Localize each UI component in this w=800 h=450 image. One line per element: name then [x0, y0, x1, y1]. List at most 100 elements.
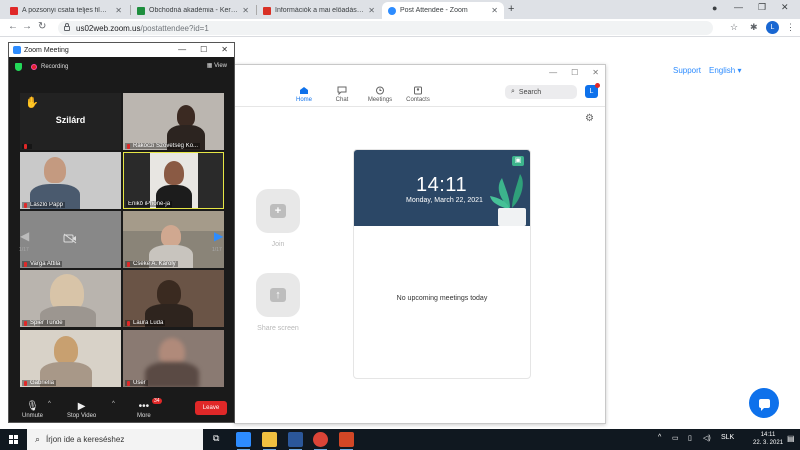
tab-meetings[interactable]: Meetings	[361, 86, 399, 106]
participant-tile[interactable]: User	[123, 330, 224, 387]
chat-support-button[interactable]	[749, 388, 779, 418]
taskbar-search-input[interactable]: ⌕ Írjon ide a kereséshez	[27, 429, 203, 450]
participant-tile[interactable]: Laura Luda	[123, 270, 224, 327]
muted-mic-icon	[127, 380, 130, 386]
next-page-arrow[interactable]: ▶	[214, 229, 223, 243]
join-button[interactable]: +	[256, 189, 300, 233]
person-head	[161, 225, 181, 247]
file-explorer-icon[interactable]	[262, 432, 277, 450]
windows-start-icon[interactable]	[9, 435, 18, 444]
close-icon[interactable]: ✕	[115, 6, 122, 15]
zoom-logo-icon	[13, 46, 21, 54]
zoom-client-nav: Home Chat Meetings Contacts ⌕ Search L	[235, 79, 605, 107]
profile-avatar[interactable]: L	[766, 21, 779, 34]
menu-icon[interactable]: ⋮	[786, 22, 795, 33]
stop-video-button[interactable]: ▶ Stop Video	[67, 401, 96, 419]
maximize-button[interactable]: ☐	[571, 68, 578, 77]
more-button[interactable]: ••• More	[137, 401, 151, 419]
chevron-up-icon[interactable]: ^	[112, 401, 115, 407]
person-body	[145, 362, 199, 387]
tab-chat[interactable]: Chat	[323, 86, 361, 106]
video-camera-icon: ▶	[77, 401, 86, 412]
close-icon[interactable]: ✕	[368, 6, 375, 15]
browser-tab-active[interactable]: Post Attendee - Zoom ✕	[382, 2, 504, 19]
chevron-up-icon[interactable]: ^	[48, 401, 51, 407]
system-clock[interactable]: 14:11 22. 3. 2021	[753, 431, 783, 447]
chrome-app-icon[interactable]	[313, 432, 328, 450]
minimize-button[interactable]: —	[734, 2, 743, 12]
view-button[interactable]: ▦ View	[207, 62, 227, 69]
no-meetings-text: No upcoming meetings today	[396, 295, 488, 302]
network-icon[interactable]: ▭	[672, 434, 679, 442]
maximize-button[interactable]: ☐	[200, 45, 207, 54]
new-tab-button[interactable]: +	[508, 3, 514, 15]
person-head	[44, 157, 66, 183]
previous-page-arrow[interactable]: ◀	[20, 229, 29, 243]
clock-date: Monday, March 22, 2021	[406, 197, 483, 204]
participant-tile[interactable]: Rákóczi Szövetség Ko...	[123, 93, 224, 150]
star-icon[interactable]: ☆	[730, 22, 738, 33]
muted-mic-icon	[24, 320, 27, 326]
browser-tab[interactable]: Obchodná akadémia - Keresked ✕	[131, 2, 255, 19]
clock-icon	[376, 86, 384, 95]
avatar[interactable]: L	[585, 83, 600, 98]
task-view-icon[interactable]: ⧉	[213, 433, 219, 444]
windows-taskbar: ⌕ Írjon ide a kereséshez ⧉ ^ ▭ ▯ ◁) SLK …	[0, 429, 800, 450]
zoom-app-icon[interactable]	[236, 432, 251, 450]
muted-mic-icon	[127, 143, 130, 149]
support-link[interactable]: Support	[673, 66, 701, 75]
close-icon[interactable]: ✕	[242, 6, 249, 15]
word-app-icon[interactable]	[288, 432, 303, 450]
browser-tab[interactable]: A pozsonyi csata teljes film - You ✕	[4, 2, 128, 19]
forward-button[interactable]: →	[22, 21, 32, 32]
participant-tile[interactable]: Varga Attila	[20, 211, 121, 268]
battery-icon[interactable]: ▯	[688, 434, 692, 442]
gear-icon[interactable]: ⚙	[585, 113, 594, 124]
leave-button[interactable]: Leave	[195, 401, 227, 415]
search-icon: ⌕	[35, 434, 41, 444]
notification-icon[interactable]: ▤	[787, 434, 795, 443]
language-indicator[interactable]: SLK	[721, 434, 734, 441]
chat-icon	[337, 86, 347, 95]
more-dots-icon: •••	[138, 401, 150, 412]
tab-contacts[interactable]: Contacts	[399, 86, 437, 106]
share-screen-button[interactable]: ↑	[256, 273, 300, 317]
reload-button[interactable]: ↻	[38, 21, 46, 32]
shield-icon[interactable]	[15, 63, 22, 71]
close-window-button[interactable]: ✕	[781, 2, 789, 13]
participant-tile[interactable]: Gabriella	[20, 330, 121, 387]
close-window-button[interactable]: ✕	[592, 68, 599, 77]
camera-icon[interactable]: ▣	[512, 156, 524, 166]
person-head	[157, 280, 181, 306]
participant-tile[interactable]: Cseke A. Károly	[123, 211, 224, 268]
chevron-up-icon[interactable]: ^	[658, 434, 661, 441]
record-icon	[31, 64, 37, 70]
search-input[interactable]: ⌕ Search	[505, 85, 577, 99]
participant-tile[interactable]: Spier Tünde	[20, 270, 121, 327]
extensions-icon[interactable]: ✱	[750, 22, 758, 33]
tab-home[interactable]: Home	[285, 86, 323, 106]
participant-tile[interactable]: ✋ Szilárd	[20, 93, 121, 150]
share-screen-label: Share screen	[257, 325, 299, 332]
minimize-button[interactable]: —	[178, 45, 186, 54]
close-icon[interactable]: ✕	[491, 6, 498, 15]
back-button[interactable]: ←	[8, 21, 18, 32]
browser-tab[interactable]: Információk a mai előadáshoz - j ✕	[257, 2, 381, 19]
active-speaker-tile[interactable]: Enikő iPhone-ja	[123, 152, 224, 209]
volume-icon[interactable]: ◁)	[703, 434, 711, 442]
address-bar[interactable]: us02web.zoom.us/postattendee?id=1	[58, 21, 713, 35]
muted-mic-icon	[24, 380, 27, 386]
chat-icon	[758, 398, 770, 411]
record-icon[interactable]: ●	[712, 3, 717, 13]
unmute-button[interactable]: 🎙 Unmute	[22, 401, 43, 419]
youtube-icon	[10, 6, 18, 15]
powerpoint-app-icon[interactable]	[339, 432, 354, 450]
language-selector[interactable]: English ▾	[709, 66, 741, 75]
minimize-button[interactable]: —	[549, 68, 557, 77]
plant-icon	[490, 174, 526, 226]
close-window-button[interactable]: ✕	[221, 45, 228, 54]
participant-count-badge: 34	[152, 398, 162, 404]
sheets-icon	[137, 6, 145, 15]
maximize-button[interactable]: ❐	[758, 2, 766, 13]
participant-tile[interactable]: László Papp	[20, 152, 121, 209]
